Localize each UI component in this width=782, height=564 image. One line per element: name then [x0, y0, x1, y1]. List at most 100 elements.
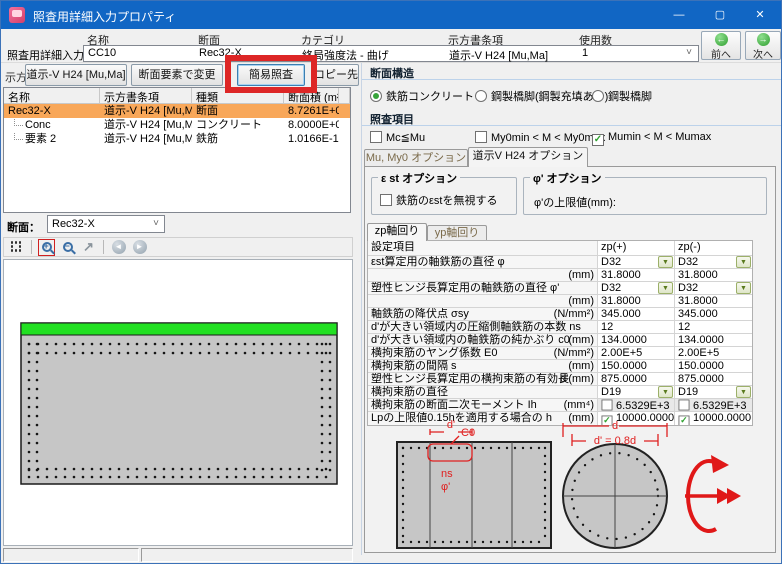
- cell-value[interactable]: 31.8000: [675, 269, 752, 281]
- dropdown-icon[interactable]: ▼: [658, 256, 673, 268]
- checkbox-icon: [475, 131, 487, 143]
- cell-value[interactable]: 2.00E+5: [598, 347, 675, 359]
- check-ignore-est[interactable]: 鉄筋のεstを無視する: [380, 192, 497, 208]
- dropdown-icon[interactable]: ▼: [736, 282, 751, 294]
- table-row: (mm) 31.8000 31.8000: [368, 295, 752, 308]
- checkbox-icon[interactable]: [601, 399, 612, 410]
- cell-value[interactable]: 134.0000: [675, 334, 752, 346]
- checkbox-icon[interactable]: [678, 399, 689, 410]
- tree-elbow: [14, 119, 23, 126]
- phi-limit-label: φ'の上限値(mm):: [534, 194, 616, 210]
- table-row: 塑性ヒンジ長算定用の横拘束筋の有効長d'(mm) 875.0000 875.00…: [368, 373, 752, 386]
- label-phi: φ': [441, 481, 450, 493]
- window-title: 照査用詳細入力プロパティ: [33, 8, 176, 25]
- radio-steel-filled[interactable]: 鋼製橋脚(鋼製充填あり): [475, 88, 608, 103]
- section-list: 名称 示方書条項 種類 断面積 (m²) Rec32-X 道示-V H24 [M…: [3, 87, 351, 213]
- label-d-inner: d' = 0.8d: [594, 435, 636, 447]
- tree-elbow: [14, 133, 23, 140]
- value-usage: 1: [582, 47, 588, 59]
- forward-icon[interactable]: ►: [131, 239, 148, 256]
- minimize-button[interactable]: —: [659, 1, 699, 29]
- est-option-group: ε st オプション 鉄筋のεstを無視する: [371, 177, 517, 215]
- tab-mu-my0-option[interactable]: Mu, My0 オプション: [364, 149, 468, 167]
- radio-icon: [592, 90, 604, 102]
- checkbox-icon: ✓: [592, 134, 604, 146]
- pan-arrow-icon[interactable]: ↗: [80, 239, 97, 256]
- cell-value[interactable]: 345.000: [598, 308, 675, 320]
- table-row: 軸鉄筋の降伏点 σsy(N/mm²) 345.000 345.000: [368, 308, 752, 321]
- cell-value[interactable]: 150.0000: [675, 360, 752, 372]
- check-mc-mu[interactable]: Mc≦Mu: [370, 131, 425, 146]
- list-row-rebar[interactable]: 要素 2 道示-V H24 [Mu,Ma] 鉄筋 1.0166E-1: [4, 132, 350, 146]
- dropdown-icon[interactable]: ▼: [736, 256, 751, 268]
- section-combo[interactable]: Rec32-X ˅: [47, 215, 165, 233]
- cell-value[interactable]: 345.000: [675, 308, 752, 320]
- title-bar: 照査用詳細入力プロパティ — ▢ ✕: [1, 1, 781, 29]
- cell-value[interactable]: 134.0000: [598, 334, 675, 346]
- change-by-element-button[interactable]: 断面要素で変更: [131, 64, 223, 86]
- cell-value[interactable]: 31.8000: [598, 295, 675, 307]
- check-my0[interactable]: My0min < M < My0max: [475, 131, 605, 146]
- cell-value[interactable]: 875.0000: [675, 373, 752, 385]
- checkbox-icon: [380, 194, 392, 206]
- cell-dropdown[interactable]: D32▼: [598, 282, 675, 294]
- cell-dropdown[interactable]: D32▼: [675, 282, 752, 294]
- table-header: 設定項目 zp(+) zp(-): [368, 241, 752, 256]
- value-spec: 道示-V H24 [Mu,Ma]: [449, 47, 548, 63]
- copy-to-button[interactable]: コピー先: [313, 64, 359, 86]
- radio-rc[interactable]: 鉄筋コンクリート: [370, 88, 474, 103]
- preview-toolbar: + − ↗ ◄ ►: [3, 237, 353, 257]
- cell-value[interactable]: 31.8000: [675, 295, 752, 307]
- section-drawing: [4, 260, 352, 545]
- tab-zp-axis[interactable]: zp軸回り: [367, 223, 427, 241]
- cell-value[interactable]: 2.00E+5: [675, 347, 752, 359]
- maximize-button[interactable]: ▢: [700, 1, 740, 29]
- cell-dropdown[interactable]: D19▼: [675, 386, 752, 398]
- chevron-down-icon: ˅: [153, 218, 159, 229]
- chevron-down-icon[interactable]: ˅: [686, 47, 692, 58]
- label-ns: ns: [441, 468, 453, 480]
- back-icon[interactable]: ◄: [110, 239, 127, 256]
- cell-value[interactable]: 12: [675, 321, 752, 333]
- cell-value[interactable]: 12: [598, 321, 675, 333]
- dropdown-icon[interactable]: ▼: [736, 386, 751, 398]
- section-preview[interactable]: [3, 259, 353, 546]
- tab-doushi-h24-option[interactable]: 道示V H24 オプション: [468, 147, 588, 167]
- show-rebar-icon[interactable]: [8, 239, 25, 256]
- section-diagram: d' C0 ns φ' d d' = 0.8d: [367, 417, 775, 550]
- next-button[interactable]: → 次へ: [745, 31, 781, 60]
- cell-dropdown[interactable]: D19▼: [598, 386, 675, 398]
- cell-value[interactable]: 875.0000: [598, 373, 675, 385]
- zoom-in-icon[interactable]: +: [38, 239, 55, 256]
- table-row: d'が大きい領域内の軸鉄筋の純かぶり c0(mm) 134.0000 134.0…: [368, 334, 752, 347]
- table-row: 横拘束筋のヤング係数 E0(N/mm²) 2.00E+5 2.00E+5: [368, 347, 752, 360]
- cell-dropdown[interactable]: D32▼: [675, 256, 752, 268]
- rect-section-drawing: [397, 442, 551, 548]
- radio-steel[interactable]: 鋼製橋脚: [592, 88, 652, 103]
- tab-yp-axis[interactable]: yp軸回り: [427, 225, 487, 241]
- list-row-section[interactable]: Rec32-X 道示-V H24 [Mu,Ma] 断面 8.7261E+0: [4, 104, 350, 118]
- rotation-arrow-icon: [685, 455, 741, 531]
- check-mumin[interactable]: ✓Mumin < M < Mumax: [592, 131, 711, 146]
- list-row-concrete[interactable]: Conc 道示-V H24 [Mu,Ma] コンクリート 8.0000E+0: [4, 118, 350, 132]
- spec-select-button[interactable]: 道示-V H24 [Mu,Ma]: [25, 64, 127, 86]
- dropdown-icon[interactable]: ▼: [658, 386, 673, 398]
- dropdown-icon[interactable]: ▼: [658, 282, 673, 294]
- cell-value[interactable]: 150.0000: [598, 360, 675, 372]
- circle-section-drawing: [563, 444, 667, 548]
- zoom-out-icon[interactable]: −: [59, 239, 76, 256]
- close-button[interactable]: ✕: [740, 1, 780, 29]
- label-d-prime: d': [447, 419, 455, 431]
- label-d: d: [612, 420, 618, 432]
- checkbox-icon: [370, 131, 382, 143]
- cell-dropdown[interactable]: D32▼: [598, 256, 675, 268]
- annotation-highlight: [225, 55, 317, 93]
- prev-button[interactable]: ← 前へ: [701, 31, 741, 60]
- check-items-title: 照査項目: [362, 109, 781, 126]
- section-combo-label: 断面：: [7, 219, 40, 235]
- cell-value[interactable]: 31.8000: [598, 269, 675, 281]
- cell-check-value[interactable]: 6.5329E+3: [598, 399, 675, 411]
- next-arrow-icon: →: [757, 33, 770, 46]
- cell-check-value[interactable]: 6.5329E+3: [675, 399, 752, 411]
- detail-input-combo[interactable]: CC10 Rec32-X 終局強度法 - 曲げ 道示-V H24 [Mu,Ma]…: [83, 45, 699, 62]
